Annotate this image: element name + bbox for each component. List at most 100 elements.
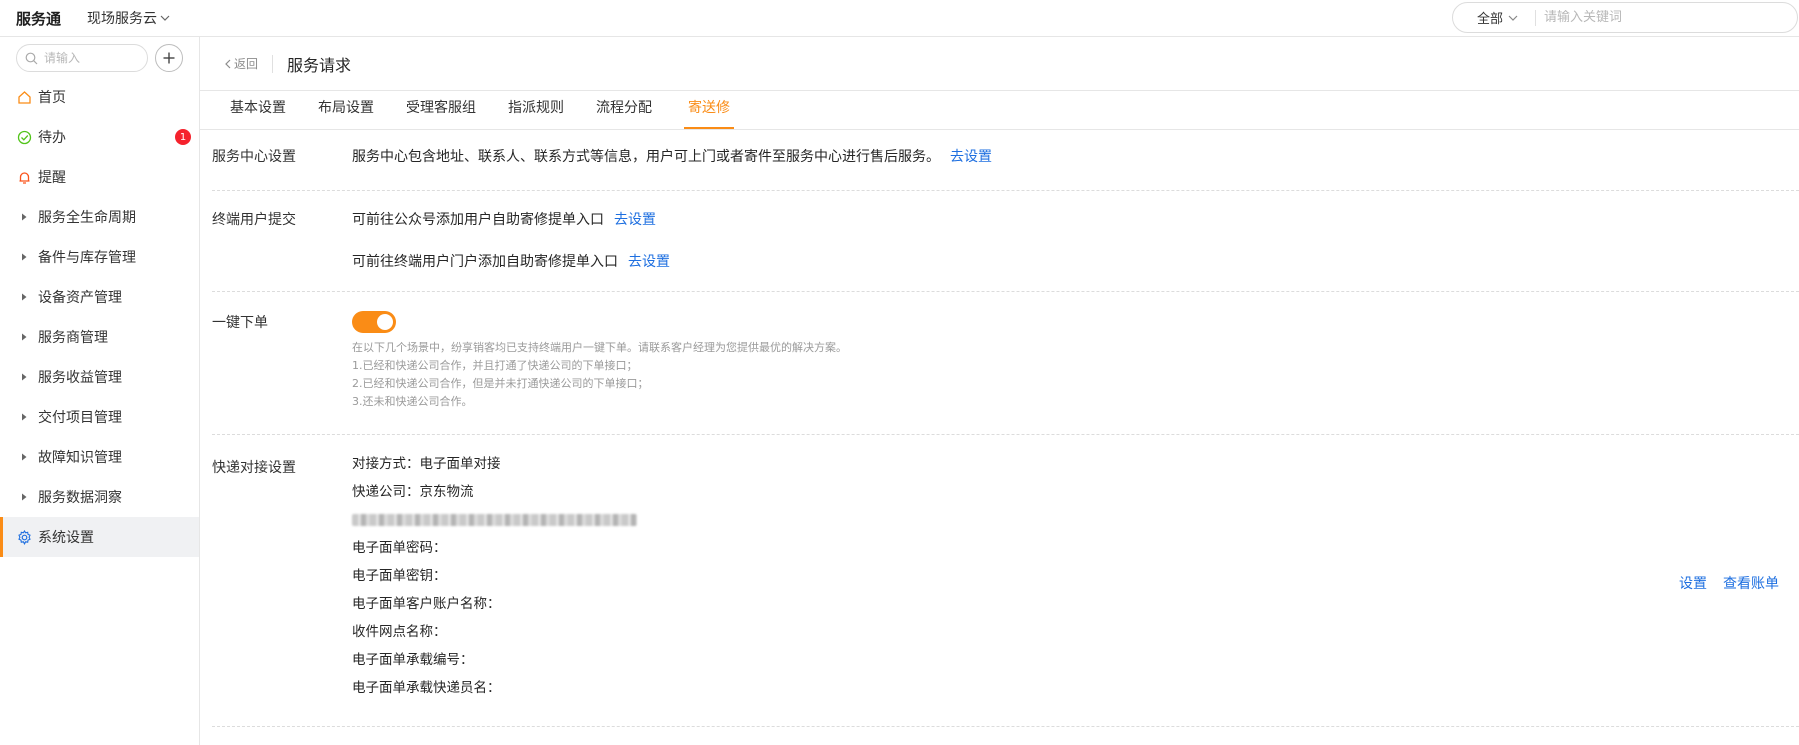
caret-right-icon [16, 409, 32, 425]
sidebar-item-label: 故障知识管理 [38, 450, 122, 466]
caret-right-icon [16, 449, 32, 465]
waybill-courier-name: 电子面单承载快递员名： [352, 680, 501, 696]
tab-mail-repair[interactable]: 寄送修 [684, 97, 734, 129]
tab-bar: 基本设置 布局设置 受理客服组 指派规则 流程分配 寄送修 [200, 91, 1799, 130]
sidebar-item-settings[interactable]: 系统设置 [0, 517, 199, 557]
express-actions: 设置 查看账单 [1679, 573, 1779, 593]
caret-right-icon [16, 369, 32, 385]
sidebar-item-label: 服务商管理 [38, 330, 108, 346]
waybill-password: 电子面单密码： [352, 540, 447, 556]
tab-process-assignment[interactable]: 流程分配 [596, 97, 652, 129]
sidebar-item-delivery[interactable]: 交付项目管理 [0, 397, 199, 437]
sidebar-item-label: 服务全生命周期 [38, 210, 136, 226]
sidebar: 首页 待办 1 提醒 服务全生命周期 备件与库存管理 设备资产管理 服务商管理 [0, 37, 200, 745]
hint-line: 在以下几个场景中，纷享销客均已支持终端用户一键下单。请联系客户经理为您提供最优的… [352, 341, 847, 354]
plus-icon [163, 52, 175, 64]
one-click-hint: 在以下几个场景中，纷享销客均已支持终端用户一键下单。请联系客户经理为您提供最优的… [352, 339, 1799, 411]
portal-entry-setup-link[interactable]: 去设置 [628, 254, 670, 270]
tab-basic-settings[interactable]: 基本设置 [230, 97, 286, 129]
sidebar-item-label: 提醒 [38, 170, 66, 186]
sidebar-item-insights[interactable]: 服务数据洞察 [0, 477, 199, 517]
waybill-account-name: 电子面单客户账户名称： [352, 596, 501, 612]
redacted-account-info [352, 511, 1799, 539]
section-label: 一键下单 [212, 315, 268, 331]
pickup-branch-name: 收件网点名称： [352, 624, 447, 640]
search-scope-dropdown[interactable]: 全部 [1453, 9, 1537, 27]
sidebar-item-spare-parts[interactable]: 备件与库存管理 [0, 237, 199, 277]
end-user-section: 终端用户提交 可前往公众号添加用户自助寄修提单入口 去设置 可前往终端用户门户添加… [212, 191, 1799, 292]
waybill-carrier-code: 电子面单承载编号： [352, 652, 474, 668]
todo-count-badge: 1 [175, 129, 191, 145]
one-click-order-section: 一键下单 在以下几个场景中，纷享销客均已支持终端用户一键下单。请联系客户经理为您… [212, 292, 1799, 435]
sidebar-item-label: 交付项目管理 [38, 410, 122, 426]
caret-right-icon [16, 209, 32, 225]
add-button[interactable] [155, 44, 183, 72]
view-bill-button[interactable]: 查看账单 [1723, 573, 1779, 593]
redacted-blur [352, 514, 637, 526]
global-search: 全部 [1452, 2, 1798, 33]
sidebar-item-label: 系统设置 [38, 530, 94, 546]
top-bar: 服务通 现场服务云 全部 [0, 0, 1799, 37]
tab-layout-settings[interactable]: 布局设置 [318, 97, 374, 129]
sidebar-menu: 首页 待办 1 提醒 服务全生命周期 备件与库存管理 设备资产管理 服务商管理 [0, 77, 199, 557]
wechat-entry-setup-link[interactable]: 去设置 [614, 212, 656, 228]
search-scope-label: 全部 [1477, 12, 1504, 27]
connection-method: 对接方式：电子面单对接 [352, 456, 501, 472]
check-circle-icon [16, 129, 32, 145]
hint-line: 2.已经和快递公司合作，但是并未打通快递公司的下单接口； [352, 377, 649, 390]
express-setup-button[interactable]: 设置 [1679, 573, 1707, 593]
sidebar-item-label: 服务收益管理 [38, 370, 122, 386]
hint-line: 1.已经和快递公司合作，并且打通了快递公司的下单接口； [352, 359, 638, 372]
sidebar-item-lifecycle[interactable]: 服务全生命周期 [0, 197, 199, 237]
one-click-order-toggle[interactable] [352, 311, 396, 333]
page-title: 服务请求 [287, 55, 352, 75]
sidebar-item-revenue[interactable]: 服务收益管理 [0, 357, 199, 397]
sidebar-item-knowledge[interactable]: 故障知识管理 [0, 437, 199, 477]
sidebar-search-input[interactable] [44, 51, 140, 65]
app-switcher[interactable]: 现场服务云 [87, 8, 171, 28]
main-content: 返回 服务请求 基本设置 布局设置 受理客服组 指派规则 流程分配 寄送修 服务… [200, 37, 1799, 745]
sidebar-item-assets[interactable]: 设备资产管理 [0, 277, 199, 317]
sidebar-item-home[interactable]: 首页 [0, 77, 199, 117]
service-center-setup-link[interactable]: 去设置 [950, 149, 992, 165]
express-settings-section: 快递对接设置 对接方式：电子面单对接 快递公司：京东物流 电子面单密码： 电子面… [212, 435, 1799, 727]
express-company: 快递公司：京东物流 [352, 484, 474, 500]
page-header: 返回 服务请求 [200, 37, 1799, 91]
sidebar-item-label: 设备资产管理 [38, 290, 122, 306]
section-label: 快递对接设置 [212, 460, 296, 476]
sidebar-item-todo[interactable]: 待办 1 [0, 117, 199, 157]
sidebar-item-label: 首页 [38, 90, 66, 106]
caret-right-icon [16, 249, 32, 265]
service-center-section: 服务中心设置 服务中心包含地址、联系人、联系方式等信息，用户可上门或者寄件至服务… [212, 130, 1799, 191]
tab-dispatch-rules[interactable]: 指派规则 [508, 97, 564, 129]
sidebar-item-label: 待办 [38, 130, 66, 146]
section-label: 服务中心设置 [212, 149, 296, 165]
chevron-left-icon [225, 59, 231, 68]
back-button[interactable]: 返回 [224, 54, 274, 73]
waybill-secret-key: 电子面单密钥： [352, 568, 447, 584]
app-switcher-label: 现场服务云 [87, 11, 157, 27]
chevron-down-icon [160, 15, 170, 21]
portal-entry-text: 可前往终端用户门户添加自助寄修提单入口 [352, 254, 618, 270]
global-search-input[interactable] [1536, 10, 1757, 25]
sidebar-item-reminder[interactable]: 提醒 [0, 157, 199, 197]
hint-line: 3.还未和快递公司合作。 [352, 395, 473, 408]
sidebar-search [16, 44, 148, 72]
sidebar-item-label: 备件与库存管理 [38, 250, 136, 266]
search-icon [25, 52, 38, 64]
tab-service-group[interactable]: 受理客服组 [406, 97, 476, 129]
chevron-down-icon [1508, 15, 1518, 21]
gear-icon [16, 529, 32, 545]
brand-name: 服务通 [16, 10, 62, 28]
section-label: 终端用户提交 [212, 212, 296, 228]
section-description: 服务中心包含地址、联系人、联系方式等信息，用户可上门或者寄件至服务中心进行售后服… [352, 149, 940, 165]
wechat-entry-text: 可前往公众号添加用户自助寄修提单入口 [352, 212, 604, 228]
sidebar-item-label: 服务数据洞察 [38, 490, 122, 506]
caret-right-icon [16, 489, 32, 505]
caret-right-icon [16, 289, 32, 305]
home-icon [16, 89, 32, 105]
back-label: 返回 [234, 57, 259, 71]
bell-icon [16, 169, 32, 185]
sidebar-item-providers[interactable]: 服务商管理 [0, 317, 199, 357]
caret-right-icon [16, 329, 32, 345]
